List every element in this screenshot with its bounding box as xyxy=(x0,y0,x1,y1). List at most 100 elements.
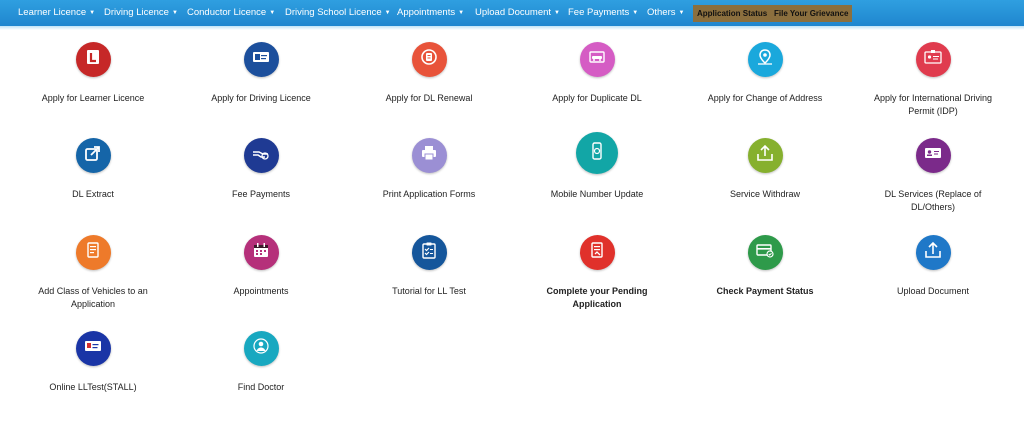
nav-appointments-label: Appointments xyxy=(397,7,456,18)
tile-label: Tutorial for LL Test xyxy=(344,285,514,298)
tile-icon-circle xyxy=(747,42,783,77)
tile-dl-services[interactable]: DL Services (Replace of DL/Others) xyxy=(848,138,1018,214)
renewal-icon xyxy=(419,47,439,72)
caret-down-icon: ▼ xyxy=(269,10,276,16)
upload-icon xyxy=(923,240,943,265)
tile-mobile-number-update[interactable]: Mobile Number Update xyxy=(512,132,682,201)
tile-label-line1: Fee Payments xyxy=(231,189,291,199)
caret-down-icon: ▼ xyxy=(171,10,178,16)
ll-stall-card-icon xyxy=(83,336,103,361)
tile-label: Service Withdraw xyxy=(680,188,850,201)
tile-appointments[interactable]: Appointments xyxy=(176,235,346,298)
tile-icon-circle xyxy=(243,331,279,366)
nav-fee-payments-label: Fee Payments xyxy=(568,7,630,18)
nav-learner-licence-label: Learner Licence xyxy=(18,7,87,18)
tile-label: Mobile Number Update xyxy=(512,188,682,201)
tile-label-line2: Application xyxy=(70,299,116,309)
learner-l-icon xyxy=(83,47,103,72)
tile-icon-circle xyxy=(75,331,111,366)
tile-icon-circle xyxy=(579,42,615,77)
nav-driving-licence-label: Driving Licence xyxy=(104,7,169,18)
file-grievance-button[interactable]: File Your Grievance xyxy=(770,5,853,22)
nav-driving-licence[interactable]: Driving Licence ▼ xyxy=(104,0,178,26)
nav-appointments[interactable]: Appointments ▼ xyxy=(397,0,464,26)
tile-print-application-forms[interactable]: Print Application Forms xyxy=(344,138,514,201)
tile-label-line1: Upload Document xyxy=(896,286,970,296)
tile-check-payment-status[interactable]: Check Payment Status xyxy=(680,235,850,298)
duplicate-dl-icon xyxy=(587,47,607,72)
caret-down-icon: ▼ xyxy=(458,10,465,16)
tile-apply-learner-licence[interactable]: Apply for Learner Licence xyxy=(8,42,178,105)
tile-icon-circle xyxy=(747,235,783,270)
tile-icon-circle xyxy=(576,132,618,174)
withdraw-box-icon xyxy=(755,143,775,168)
tile-icon-circle xyxy=(411,42,447,77)
application-status-button[interactable]: Application Status xyxy=(693,5,772,22)
tile-label-line1: Apply for Change of Address xyxy=(707,93,823,103)
printer-icon xyxy=(419,143,439,168)
pending-form-icon xyxy=(587,240,607,265)
nav-shadow xyxy=(0,26,1024,30)
tile-fee-payments[interactable]: Fee Payments xyxy=(176,138,346,201)
tile-label-line1: Add Class of Vehicles to an xyxy=(38,286,148,296)
tile-label-line1: Online LLTest(STALL) xyxy=(49,382,137,392)
tile-label-line2: Application xyxy=(572,299,622,309)
driving-licence-card-icon xyxy=(251,47,271,72)
caret-down-icon: ▼ xyxy=(89,10,96,16)
nav-driving-school-licence[interactable]: Driving School Licence ▼ xyxy=(285,0,391,26)
caret-down-icon: ▼ xyxy=(678,10,685,16)
doctor-icon xyxy=(251,336,271,361)
tile-label-line1: Check Payment Status xyxy=(716,286,814,296)
tile-icon-circle xyxy=(411,138,447,173)
clipboard-check-icon xyxy=(419,240,439,265)
tile-duplicate-dl[interactable]: Apply for Duplicate DL xyxy=(512,42,682,105)
tile-service-withdraw[interactable]: Service Withdraw xyxy=(680,138,850,201)
tile-label: Apply for International Driving Permit (I… xyxy=(848,92,1018,118)
tile-change-of-address[interactable]: Apply for Change of Address xyxy=(680,42,850,105)
tile-find-doctor[interactable]: Find Doctor xyxy=(176,331,346,394)
tile-label: Apply for Change of Address xyxy=(680,92,850,105)
tile-label: Apply for Driving Licence xyxy=(176,92,346,105)
calendar-icon xyxy=(251,240,271,265)
tile-label-line2: Permit (IDP) xyxy=(908,106,958,116)
tile-label: Apply for Duplicate DL xyxy=(512,92,682,105)
tile-online-ll-test-stall[interactable]: Online LLTest(STALL) xyxy=(8,331,178,394)
tile-icon-circle xyxy=(75,42,111,77)
nav-upload-document[interactable]: Upload Document ▼ xyxy=(475,0,560,26)
nav-others[interactable]: Others ▼ xyxy=(647,0,684,26)
nav-fee-payments[interactable]: Fee Payments ▼ xyxy=(568,0,638,26)
tile-icon-circle xyxy=(243,138,279,173)
tile-label-line1: Apply for Learner Licence xyxy=(41,93,145,103)
tile-apply-driving-licence[interactable]: Apply for Driving Licence xyxy=(176,42,346,105)
tile-icon-circle xyxy=(243,42,279,77)
tile-label-line1: Tutorial for LL Test xyxy=(392,286,466,296)
tile-label-line1: Complete your Pending xyxy=(546,286,648,296)
tile-label: DL Services (Replace of DL/Others) xyxy=(848,188,1018,214)
tile-dl-renewal[interactable]: Apply for DL Renewal xyxy=(344,42,514,105)
caret-down-icon: ▼ xyxy=(632,10,639,16)
tile-complete-pending-application[interactable]: Complete your Pending Application xyxy=(512,235,682,311)
tile-label: Apply for DL Renewal xyxy=(344,92,514,105)
tile-label-line1: Apply for International Driving xyxy=(873,93,993,103)
tile-label-line1: Apply for DL Renewal xyxy=(385,93,473,103)
tile-icon-circle xyxy=(915,235,951,270)
tile-icon-circle xyxy=(411,235,447,270)
tile-label: Complete your Pending Application xyxy=(512,285,682,311)
tile-label-line1: Apply for Duplicate DL xyxy=(552,93,642,103)
tile-dl-extract[interactable]: DL Extract xyxy=(8,138,178,201)
nav-upload-document-label: Upload Document xyxy=(475,7,552,18)
tile-label-line1: Print Application Forms xyxy=(382,189,476,199)
tile-label: Print Application Forms xyxy=(344,188,514,201)
tile-international-driving-permit[interactable]: Apply for International Driving Permit (I… xyxy=(848,42,1018,118)
tile-add-class-of-vehicles[interactable]: Add Class of Vehicles to an Application xyxy=(8,235,178,311)
tile-label-line2: DL/Others) xyxy=(910,202,955,212)
tile-label-line1: Service Withdraw xyxy=(729,189,801,199)
tile-icon-circle xyxy=(915,42,951,77)
tile-upload-document[interactable]: Upload Document xyxy=(848,235,1018,298)
tile-label: Check Payment Status xyxy=(680,285,850,298)
nav-conductor-licence[interactable]: Conductor Licence ▼ xyxy=(187,0,275,26)
tile-tutorial-ll-test[interactable]: Tutorial for LL Test xyxy=(344,235,514,298)
tile-icon-circle xyxy=(243,235,279,270)
nav-learner-licence[interactable]: Learner Licence ▼ xyxy=(18,0,95,26)
nav-driving-school-licence-label: Driving School Licence xyxy=(285,7,382,18)
